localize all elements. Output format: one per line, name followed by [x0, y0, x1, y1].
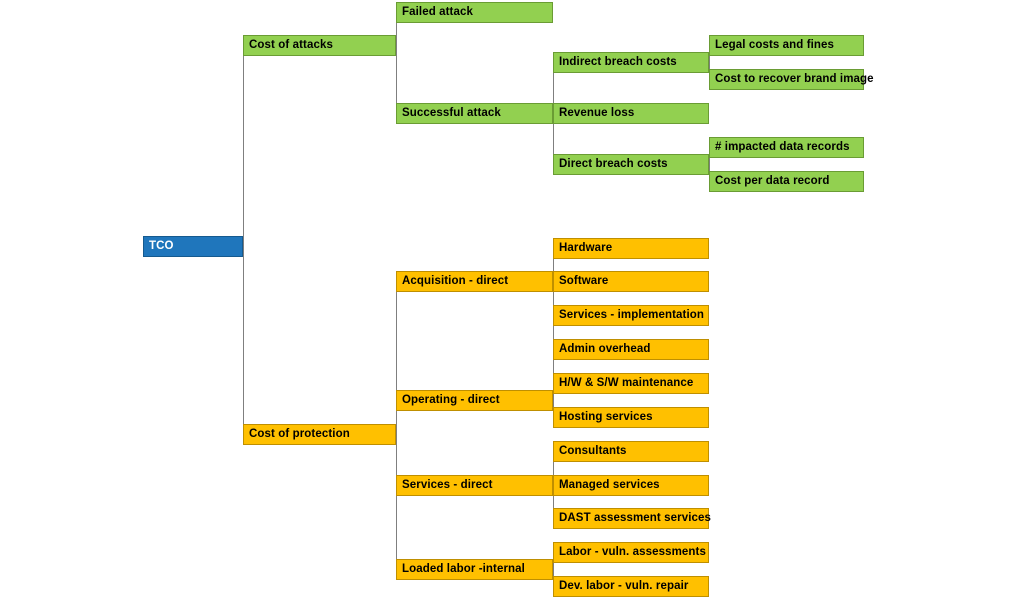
diagram-canvas: TCO Cost of attacks Cost of protection Fail… [0, 0, 1025, 600]
node-label: # impacted data records [715, 140, 850, 153]
node-label: Operating - direct [402, 393, 500, 406]
node-label: Acquisition - direct [402, 274, 509, 287]
connector-protection-trunk [396, 281, 397, 570]
node-label: Legal costs and fines [715, 38, 835, 51]
node-label: Failed attack [402, 5, 473, 18]
node-label: Cost of attacks [249, 38, 333, 51]
node-label: Loaded labor -internal [402, 562, 525, 575]
node-software[interactable]: Software [553, 271, 709, 292]
node-label: H/W & S/W maintenance [559, 376, 694, 389]
node-operating-direct[interactable]: Operating - direct [396, 390, 553, 411]
node-label: Services - direct [402, 478, 493, 491]
node-indirect-breach-costs[interactable]: Indirect breach costs [553, 52, 709, 73]
node-acquisition-direct[interactable]: Acquisition - direct [396, 271, 553, 292]
connector-root-trunk [243, 45, 244, 435]
node-label: Hardware [559, 241, 613, 254]
node-impacted-data-records[interactable]: # impacted data records [709, 137, 864, 158]
node-revenue-loss[interactable]: Revenue loss [553, 103, 709, 124]
node-hw-sw-maintenance[interactable]: H/W & S/W maintenance [553, 373, 709, 394]
node-label: Hosting services [559, 410, 653, 423]
node-label: Revenue loss [559, 106, 635, 119]
node-hardware[interactable]: Hardware [553, 238, 709, 259]
node-legal-costs-and-fines[interactable]: Legal costs and fines [709, 35, 864, 56]
node-consultants[interactable]: Consultants [553, 441, 709, 462]
node-labor-vuln-assessments[interactable]: Labor - vuln. assessments [553, 542, 709, 563]
node-loaded-labor-internal[interactable]: Loaded labor -internal [396, 559, 553, 580]
node-dev-labor-vuln-repair[interactable]: Dev. labor - vuln. repair [553, 576, 709, 597]
node-managed-services[interactable]: Managed services [553, 475, 709, 496]
node-label: Managed services [559, 478, 660, 491]
node-root-tco[interactable]: TCO [143, 236, 243, 257]
node-label: Dev. labor - vuln. repair [559, 579, 689, 592]
node-cost-of-attacks[interactable]: Cost of attacks [243, 35, 396, 56]
node-admin-overhead[interactable]: Admin overhead [553, 339, 709, 360]
node-label: Successful attack [402, 106, 501, 119]
node-hosting-services[interactable]: Hosting services [553, 407, 709, 428]
node-label: Direct breach costs [559, 157, 668, 170]
node-label: DAST assessment services [559, 511, 711, 524]
node-successful-attack[interactable]: Successful attack [396, 103, 553, 124]
node-label: Indirect breach costs [559, 55, 677, 68]
node-label: Software [559, 274, 609, 287]
node-direct-breach-costs[interactable]: Direct breach costs [553, 154, 709, 175]
node-failed-attack[interactable]: Failed attack [396, 2, 553, 23]
node-dast-assessment-services[interactable]: DAST assessment services [553, 508, 711, 529]
node-label: Admin overhead [559, 342, 651, 355]
connector-attacks-trunk [396, 12, 397, 114]
node-cost-of-protection[interactable]: Cost of protection [243, 424, 396, 445]
node-label: Labor - vuln. assessments [559, 545, 706, 558]
node-label: Cost to recover brand image [715, 72, 874, 85]
node-services-implementation[interactable]: Services - implementation [553, 305, 709, 326]
node-cost-to-recover-brand-image[interactable]: Cost to recover brand image [709, 69, 874, 90]
node-label: Services - implementation [559, 308, 705, 321]
node-cost-per-data-record[interactable]: Cost per data record [709, 171, 864, 192]
node-label: Cost per data record [715, 174, 830, 187]
node-label: Consultants [559, 444, 627, 457]
node-label: TCO [149, 239, 174, 252]
node-label: Cost of protection [249, 427, 350, 440]
node-services-direct[interactable]: Services - direct [396, 475, 553, 496]
